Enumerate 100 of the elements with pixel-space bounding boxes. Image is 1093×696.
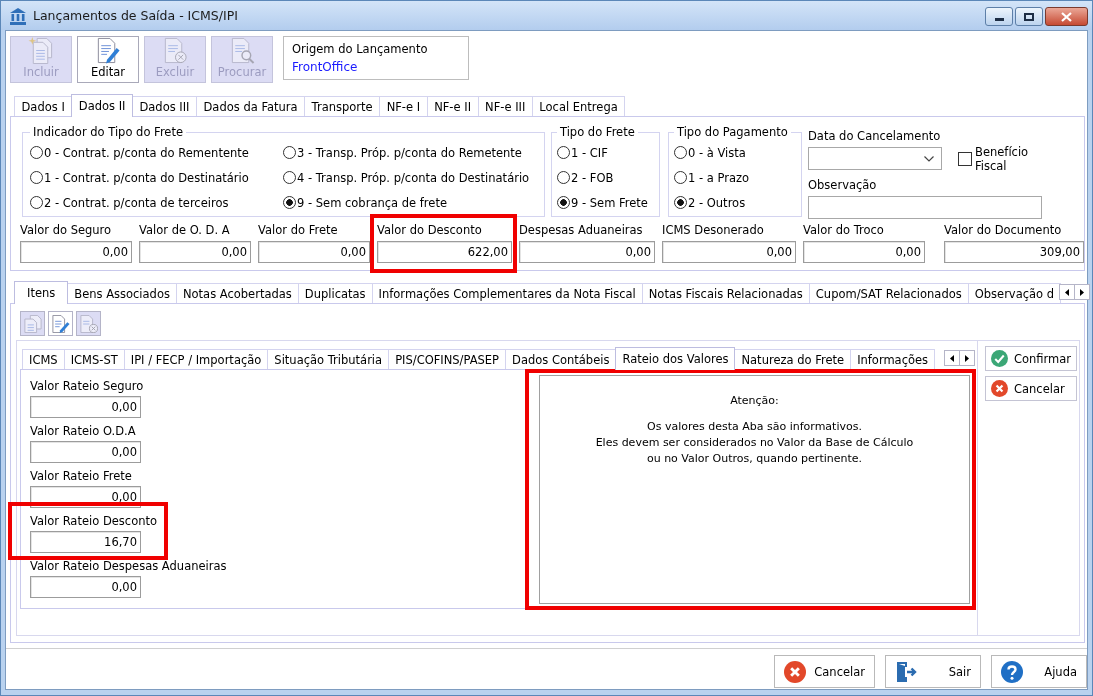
columns-building-icon [9,6,27,25]
value-field[interactable]: 0,00 [139,241,251,263]
documents-icon [23,314,42,333]
action-button[interactable]: Cancelar [985,376,1077,401]
checkbox[interactable] [958,152,972,166]
action-button[interactable]: Sair [885,655,981,688]
radio-option[interactable]: 2 - Contrat. p/conta de terceiros [30,190,283,215]
scroll-right-button[interactable] [959,350,975,366]
radio-icon[interactable] [30,146,43,159]
radio-option[interactable]: 1 - a Prazo [674,165,796,190]
tab[interactable]: IPI / FECP / Importação [123,349,269,369]
close-button[interactable] [1045,7,1088,26]
radio-option[interactable]: 4 - Transp. Próp. p/conta do Destinatário [283,165,539,190]
icon-button[interactable] [48,311,73,336]
radio-option[interactable]: 0 - Contrat. p/conta do Rementente [30,140,283,165]
field-label: Valor do Seguro [20,223,112,237]
tab[interactable]: Local Entrega [531,96,626,116]
notice-text: Os valores desta Aba são informativos. Eles devem ser considerados no Valor da Base de Cálculo ou no Valor Outros, quando pertinente. [595,419,914,467]
field-label: Valor Rateio O.D.A [30,424,136,438]
radio-option[interactable]: 9 - Sem Frete [557,190,654,215]
scroll-left-button[interactable] [1059,284,1076,300]
tab[interactable]: Itens [14,281,69,304]
origin-label: Origem do Lançamento [292,42,429,56]
toolbar-button[interactable]: Editar [77,36,139,83]
document-pencil-icon [51,314,70,333]
radio-icon[interactable] [30,171,43,184]
radio-option[interactable]: 2 - Outros [674,190,796,215]
radio-option[interactable]: 3 - Transp. Próp. p/conta do Remetente [283,140,539,165]
field-label: Valor Rateio Frete [30,469,132,483]
action-button[interactable]: Cancelar [774,655,875,688]
radio-icon[interactable] [557,196,570,209]
radio-option[interactable]: 1 - Contrat. p/conta do Destinatário [30,165,283,190]
value-field[interactable]: 0,00 [30,576,141,598]
exit-door-icon [895,660,917,683]
tab[interactable]: Informações [850,349,936,369]
radio-option[interactable]: 9 - Sem cobrança de frete [283,190,539,215]
value-field[interactable]: 0,00 [30,396,141,418]
value-field[interactable]: 0,00 [258,241,370,263]
scroll-left-button[interactable] [944,350,960,366]
radio-icon[interactable] [30,196,43,209]
tab[interactable]: PIS/COFINS/PASEP [388,349,507,369]
value-field[interactable]: 0,00 [803,241,925,263]
checkbox-option[interactable]: Benefício Fiscal [958,145,1029,173]
left-triangle-icon [950,354,954,362]
field-label: Valor do Troco [803,223,884,237]
field-label: Valor Rateio Despesas Aduaneiras [30,559,227,573]
field-label: Despesas Aduaneiras [519,223,643,237]
tab[interactable]: Cupom/SAT Relacionados [808,283,969,303]
value-field[interactable]: 0,00 [519,241,655,263]
notice-heading: Atenção: [730,394,779,408]
radio-option[interactable]: 0 - à Vista [674,140,796,165]
field-label: Valor do Frete [258,223,338,237]
field-label: ICMS Desonerado [662,223,764,237]
minimize-button[interactable] [985,7,1013,26]
right-triangle-icon [965,354,969,362]
radio-icon[interactable] [674,146,687,159]
left-triangle-icon [1065,288,1070,296]
radio-icon[interactable] [674,196,687,209]
maximize-button[interactable] [1015,7,1043,26]
radio-icon[interactable] [283,171,296,184]
document-cross-icon [79,314,98,333]
right-triangle-icon [1080,288,1085,296]
field-label: Valor do Desconto [377,223,482,237]
value-field[interactable]: 0,00 [30,441,141,463]
action-button[interactable]: Ajuda [991,655,1087,688]
tab[interactable]: Transporte [304,96,381,116]
radio-icon[interactable] [557,171,570,184]
field-label: Valor Rateio Desconto [30,514,157,528]
cross-circle-icon [991,380,1008,397]
tab[interactable]: Dados II [71,94,133,117]
radio-icon[interactable] [283,196,296,209]
radio-icon[interactable] [557,146,570,159]
window-title: Lançamentos de Saída - ICMS/IPI [33,8,238,23]
group-title: Indicador do Tipo do Frete [32,125,185,139]
value-field[interactable]: 0,00 [20,241,132,263]
text-field[interactable] [808,196,1042,219]
radio-icon[interactable] [283,146,296,159]
value-field[interactable]: 0,00 [662,241,796,263]
value-field[interactable]: 622,00 [377,241,512,263]
document-pencil-icon [95,37,121,64]
radio-option[interactable]: 1 - CIF [557,140,654,165]
tab[interactable]: Informações Complementares da Nota Fiscal [371,283,643,303]
tab[interactable]: Duplicatas [297,283,373,303]
document-cross-icon [162,37,188,64]
scroll-right-button[interactable] [1074,284,1091,300]
help-icon [1001,660,1023,683]
minimize-icon [994,18,1004,21]
value-field[interactable]: 16,70 [30,531,141,553]
chevron-down-icon [924,155,934,162]
radio-option[interactable]: 2 - FOB [557,165,654,190]
tab[interactable]: Rateio dos Valores [615,347,736,370]
field-label: Valor do Documento [944,223,1062,237]
value-field[interactable]: 309,00 [944,241,1084,263]
documents-star-icon [28,37,54,64]
tab[interactable]: ICMS [22,349,65,369]
tab[interactable]: Situação Tributária [267,349,390,369]
action-button[interactable]: Confirmar [985,346,1077,371]
radio-icon[interactable] [674,171,687,184]
tab[interactable]: Observação d [967,283,1062,303]
tab[interactable]: Dados I [14,96,73,116]
